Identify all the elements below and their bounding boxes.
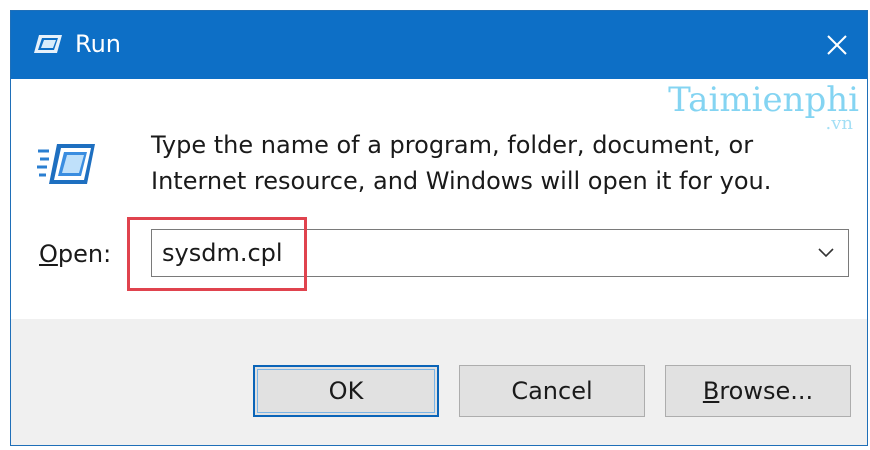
cancel-button[interactable]: Cancel <box>459 365 645 417</box>
dialog-description: Type the name of a program, folder, docu… <box>151 131 772 195</box>
button-bar: OK Cancel Browse... <box>11 319 867 445</box>
title-bar[interactable]: Run <box>11 11 867 79</box>
chevron-down-icon <box>818 248 834 258</box>
open-label-text: pen: <box>57 240 112 268</box>
open-input[interactable] <box>162 230 782 276</box>
cancel-button-label: Cancel <box>511 377 593 405</box>
open-label-mnemonic: O <box>39 240 58 268</box>
open-label: Open: <box>39 239 111 269</box>
open-combobox[interactable] <box>151 229 849 277</box>
dropdown-button[interactable] <box>808 230 844 276</box>
ok-button-label: OK <box>328 377 364 405</box>
window-title: Run <box>75 30 122 58</box>
run-dialog: Run Taimienphi .vn Type the name of a pr… <box>10 10 868 446</box>
ok-button[interactable]: OK <box>253 365 439 417</box>
browse-button-label: rowse... <box>719 377 814 405</box>
dialog-content: Taimienphi .vn Type the name of a progra… <box>11 79 867 319</box>
browse-button[interactable]: Browse... <box>665 365 851 417</box>
run-dialog-icon <box>37 144 95 184</box>
watermark-logo: Taimienphi .vn <box>668 81 859 133</box>
close-icon <box>827 35 847 55</box>
browse-button-mnemonic: B <box>702 377 720 405</box>
close-button[interactable] <box>807 11 867 79</box>
run-app-icon <box>34 35 62 53</box>
